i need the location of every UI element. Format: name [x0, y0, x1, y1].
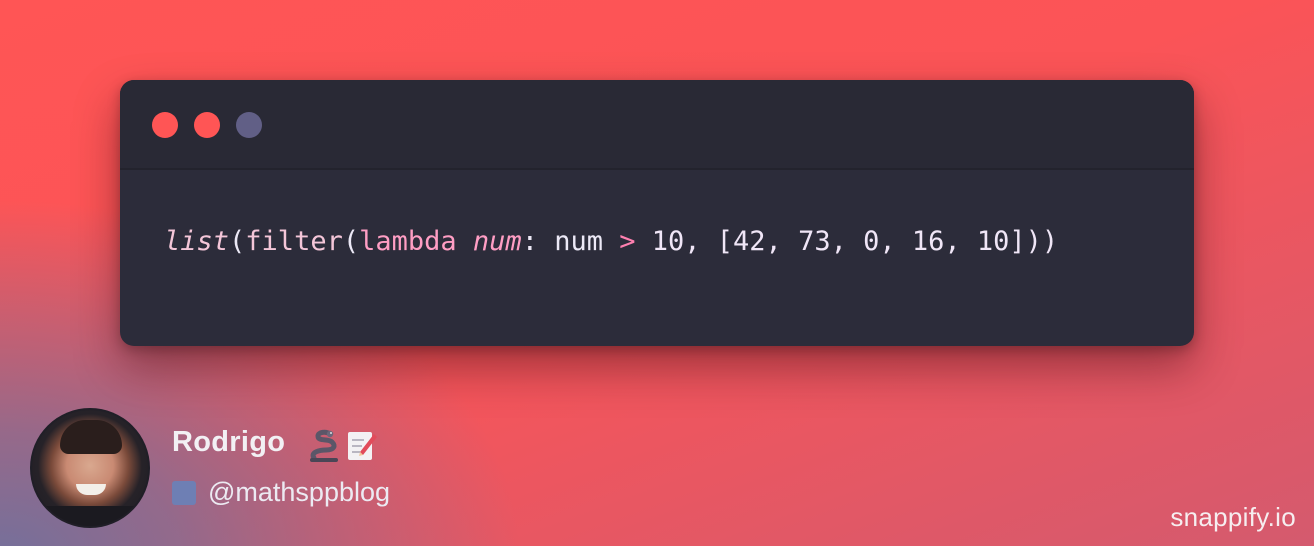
code-token: : num	[521, 226, 620, 257]
code-token: list	[164, 226, 230, 257]
avatar-hair	[60, 420, 122, 454]
twitter-icon	[172, 481, 196, 505]
code-token: 10, [42, 73, 0, 16, 10]))	[635, 226, 1059, 257]
author-name: Rodrigo	[172, 426, 286, 458]
minimize-window-dot-icon[interactable]	[194, 112, 220, 138]
author-avatar	[30, 408, 150, 528]
maximize-window-dot-icon[interactable]	[236, 112, 262, 138]
close-window-dot-icon[interactable]	[152, 112, 178, 138]
snake-icon	[310, 429, 338, 462]
memo-icon	[348, 432, 377, 460]
author-handle[interactable]: @mathsppblog	[208, 477, 390, 508]
code-token: filter	[245, 226, 343, 257]
window-titlebar	[120, 80, 1194, 170]
code-line: list(filter(lambda num: num > 10, [42, 7…	[164, 224, 1058, 260]
code-token: >	[619, 226, 636, 257]
code-token: (	[342, 226, 360, 257]
code-token: (	[229, 226, 246, 257]
code-token: num	[472, 226, 522, 257]
avatar-shirt	[32, 506, 148, 526]
code-token: lambda	[359, 226, 457, 257]
brand-watermark[interactable]: snappify.io	[1170, 502, 1296, 533]
avatar-smile	[76, 484, 106, 495]
code-window: list(filter(lambda num: num > 10, [42, 7…	[120, 80, 1194, 346]
